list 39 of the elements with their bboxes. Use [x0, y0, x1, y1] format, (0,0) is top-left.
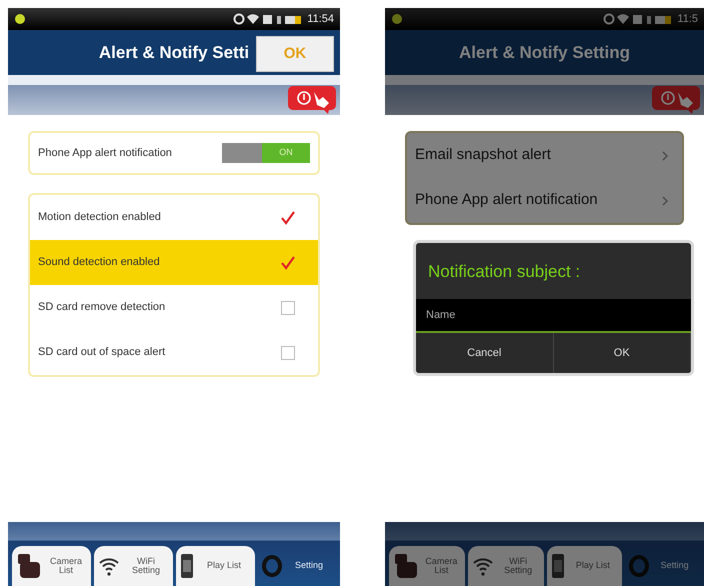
option-row[interactable]: Motion detection enabled — [30, 195, 318, 240]
alert-hand-icon[interactable] — [652, 86, 700, 114]
chevron-icon — [662, 150, 668, 160]
wifi-icon — [98, 556, 120, 576]
phone-icon — [180, 553, 194, 579]
phone-icon — [550, 553, 564, 579]
status-dot-icon — [391, 13, 403, 25]
tab-button[interactable]: WiFi Setting — [94, 546, 173, 586]
menu-label[interactable]: Email snapshot alert — [415, 144, 551, 167]
checkbox[interactable] — [280, 210, 296, 226]
status-time: 11:54 — [307, 12, 334, 27]
tab-button[interactable]: Setting — [625, 546, 701, 586]
status-dot-icon — [14, 13, 26, 25]
tab-button[interactable]: Play List — [176, 546, 255, 586]
alert-hand-icon[interactable] — [288, 86, 336, 114]
option-row[interactable]: SD card out of space alert — [30, 330, 318, 375]
checkbox[interactable] — [280, 344, 296, 360]
tab-button[interactable]: Setting — [258, 546, 337, 586]
name-input-field[interactable]: Name — [416, 298, 691, 333]
setting-label: Phone App alert notification — [38, 146, 172, 161]
option-label: SD card out of space alert — [38, 345, 166, 360]
menu-label[interactable]: Phone App alert notification — [415, 189, 598, 212]
dialog-title: Notification subject : — [427, 261, 582, 283]
option-label: SD card remove detection — [38, 300, 166, 316]
option-row[interactable]: Sound detection enabled — [30, 240, 318, 285]
screen-title: Alert & Notify Setting — [459, 42, 630, 64]
screen-title: Alert & Notify Setti — [98, 42, 250, 64]
dialog-button[interactable]: Cancel — [416, 333, 554, 373]
status-icons-drawing — [603, 13, 674, 25]
checkbox[interactable] — [280, 254, 296, 270]
chevron-icon — [662, 196, 668, 206]
option-label: Sound detection enabled — [38, 255, 160, 270]
status-time: 11:5 — [677, 12, 698, 27]
tab-button[interactable]: Camera List — [12, 546, 91, 586]
option-row[interactable]: SD card remove detection — [30, 285, 318, 330]
status-icons-drawing — [233, 13, 304, 25]
wifi-icon — [472, 556, 494, 576]
checkbox[interactable] — [280, 300, 296, 316]
option-label: Motion detection enabled — [38, 210, 161, 226]
